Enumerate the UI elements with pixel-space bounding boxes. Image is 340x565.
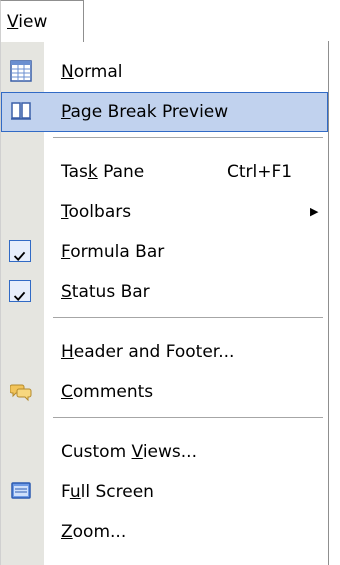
menu-separator (53, 137, 323, 138)
menu-item-zoom[interactable]: Zoom... (1, 512, 328, 552)
menu-item-custom-views[interactable]: Custom Views... (1, 432, 328, 472)
menu-item-label: Page Break Preview (61, 102, 229, 122)
menu-separator (53, 317, 323, 318)
menu-item-page-break-preview[interactable]: Page Break Preview (1, 92, 328, 132)
menu-item-full-screen[interactable]: Full Screen (1, 472, 328, 512)
menu-item-label: Task Pane (61, 162, 145, 182)
menu-item-formula-bar[interactable]: Formula Bar (1, 232, 328, 272)
view-menu-title[interactable]: View (0, 0, 84, 42)
menu-item-normal[interactable]: Normal (1, 52, 328, 92)
menu-item-label: Full Screen (61, 482, 154, 502)
submenu-arrow-icon: ▶ (310, 205, 319, 218)
menu-item-label: Status Bar (61, 282, 150, 302)
comments-icon (10, 384, 32, 402)
menu-item-label: Comments (61, 382, 154, 402)
page-break-preview-icon (11, 102, 31, 120)
menu-item-label: Custom Views... (61, 442, 197, 462)
shortcut-label: Ctrl+F1 (227, 162, 293, 182)
normal-view-icon (10, 60, 32, 82)
checkmark-icon (9, 280, 31, 302)
menu-item-task-pane[interactable]: Task Pane Ctrl+F1 (1, 152, 328, 192)
menu-item-label: Toolbars (61, 202, 132, 222)
view-menu-label: View (7, 12, 48, 32)
menu-item-label: Zoom... (61, 522, 127, 542)
menu-item-status-bar[interactable]: Status Bar (1, 272, 328, 312)
checkmark-icon (9, 240, 31, 262)
menu-item-label: Formula Bar (61, 242, 165, 262)
menu-separator (53, 417, 323, 418)
menu-item-label: Normal (61, 62, 123, 82)
menu-item-comments[interactable]: Comments (1, 372, 328, 412)
menu-item-header-and-footer[interactable]: Header and Footer... (1, 332, 328, 372)
menu-item-toolbars[interactable]: Toolbars ▶ (1, 192, 328, 232)
view-menu-dropdown: Normal Page Break Preview Task Pane Ctrl… (0, 41, 329, 565)
full-screen-icon (11, 482, 31, 499)
menu-item-label: Header and Footer... (61, 342, 235, 362)
